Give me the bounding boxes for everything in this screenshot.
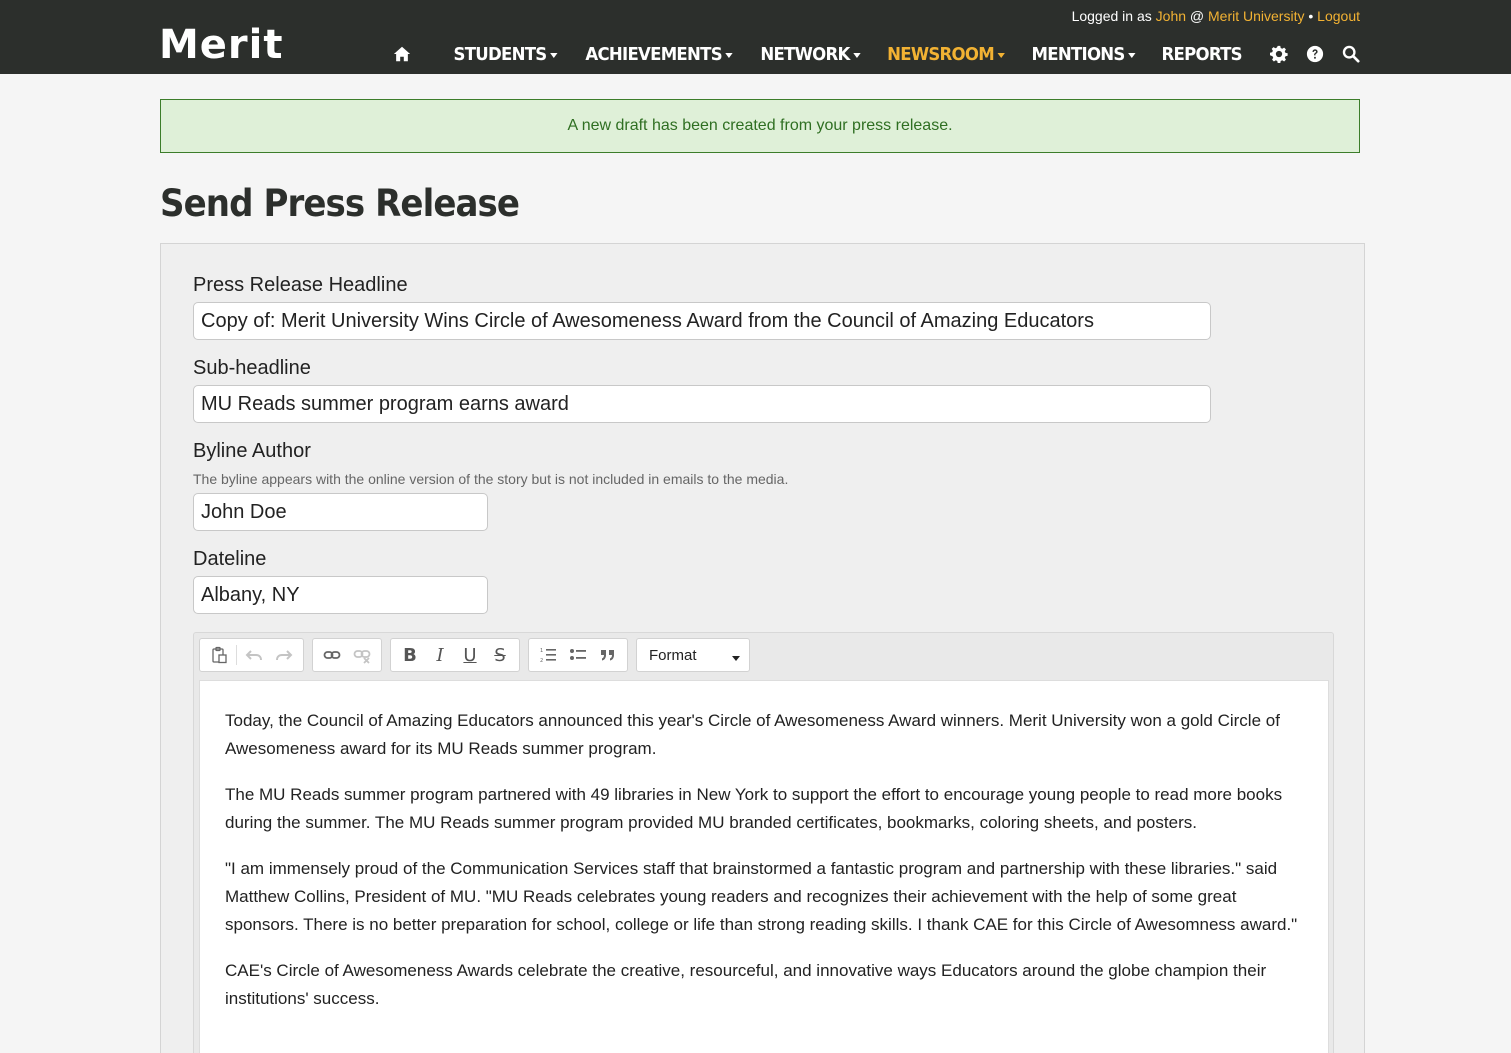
dateline-input[interactable]: Albany, NY [193,576,488,614]
undo-icon[interactable] [239,640,269,670]
nav-mentions[interactable]: MENTIONS [1032,44,1137,65]
chevron-down-icon [997,52,1006,58]
search-icon[interactable] [1341,44,1361,64]
italic-icon[interactable]: I [425,640,455,670]
bold-icon[interactable]: B [395,640,425,670]
chevron-down-icon [1128,52,1137,58]
headline-label: Press Release Headline [193,274,408,296]
success-alert: A new draft has been created from your p… [160,99,1360,153]
toolbar-group-styles: B I U S [390,638,520,672]
strikethrough-icon[interactable]: S [485,640,515,670]
chevron-down-icon [732,656,740,661]
nav-reports[interactable]: REPORTS [1161,44,1242,65]
chevron-down-icon [725,52,733,58]
dateline-label: Dateline [193,548,267,570]
format-dropdown[interactable]: Format [636,638,750,672]
alert-message: A new draft has been created from your p… [567,117,953,134]
toolbar-group-lists: 12 [528,638,628,672]
body-paragraph: The MU Reads summer program partnered wi… [225,785,1283,832]
underline-icon[interactable]: U [455,640,485,670]
login-separator: • [1308,8,1314,24]
headline-input[interactable]: Copy of: Merit University Wins Circle of… [193,302,1211,340]
toolbar-group-clipboard [199,638,304,672]
bulleted-list-icon[interactable] [563,640,593,670]
blockquote-icon[interactable] [593,640,623,670]
unlink-icon[interactable] [347,640,377,670]
chevron-down-icon [853,52,861,58]
nav-students[interactable]: STUDENTS [453,44,558,65]
nav-network[interactable]: NETWORK [761,44,861,65]
body-paragraph: "I am immensely proud of the Communicati… [225,859,1298,934]
org-link[interactable]: Merit University [1208,8,1304,24]
chevron-down-icon [550,52,558,58]
body-paragraph: CAE's Circle of Awesomeness Awards celeb… [225,961,1267,1008]
link-icon[interactable] [317,640,347,670]
login-status: Logged in as John @ Merit University • L… [1072,8,1360,24]
svg-text:2: 2 [540,658,543,664]
subheadline-input[interactable]: MU Reads summer program earns award [193,385,1211,423]
toolbar-divider [236,645,237,665]
subheadline-label: Sub-headline [193,357,311,379]
top-navbar: Merit Logged in as John @ Merit Universi… [0,0,1511,74]
paste-icon[interactable] [204,640,234,670]
numbered-list-icon[interactable]: 12 [533,640,563,670]
page-title: Send Press Release [160,182,520,225]
editor-toolbar: B I U S 12 Format [199,638,750,672]
login-prefix: Logged in as [1071,8,1152,24]
byline-label: Byline Author [193,440,311,462]
logout-link[interactable]: Logout [1317,8,1360,24]
merit-logo[interactable]: Merit [159,22,284,68]
redo-icon[interactable] [269,640,299,670]
format-label: Format [649,646,697,664]
editor-content-area[interactable]: Today, the Council of Amazing Educators … [199,680,1329,1053]
gear-icon[interactable] [1269,44,1289,64]
rich-text-editor: B I U S 12 Format Today, the Council of … [193,632,1334,1053]
help-icon[interactable] [1305,44,1325,64]
press-release-form: Press Release Headline Copy of: Merit Un… [160,243,1365,1053]
toolbar-group-links [312,638,382,672]
byline-input[interactable]: John Doe [193,493,488,531]
svg-text:1: 1 [540,648,543,654]
byline-help-text: The byline appears with the online versi… [193,471,789,487]
main-nav: STUDENTS ACHIEVEMENTS NETWORK NEWSROOM M… [392,40,1361,68]
nav-achievements[interactable]: ACHIEVEMENTS [585,44,733,65]
login-at: @ [1189,8,1205,24]
home-icon[interactable] [392,44,412,64]
user-link[interactable]: John [1156,8,1186,24]
body-paragraph: Today, the Council of Amazing Educators … [225,711,1280,758]
nav-newsroom[interactable]: NEWSROOM [887,44,1006,65]
